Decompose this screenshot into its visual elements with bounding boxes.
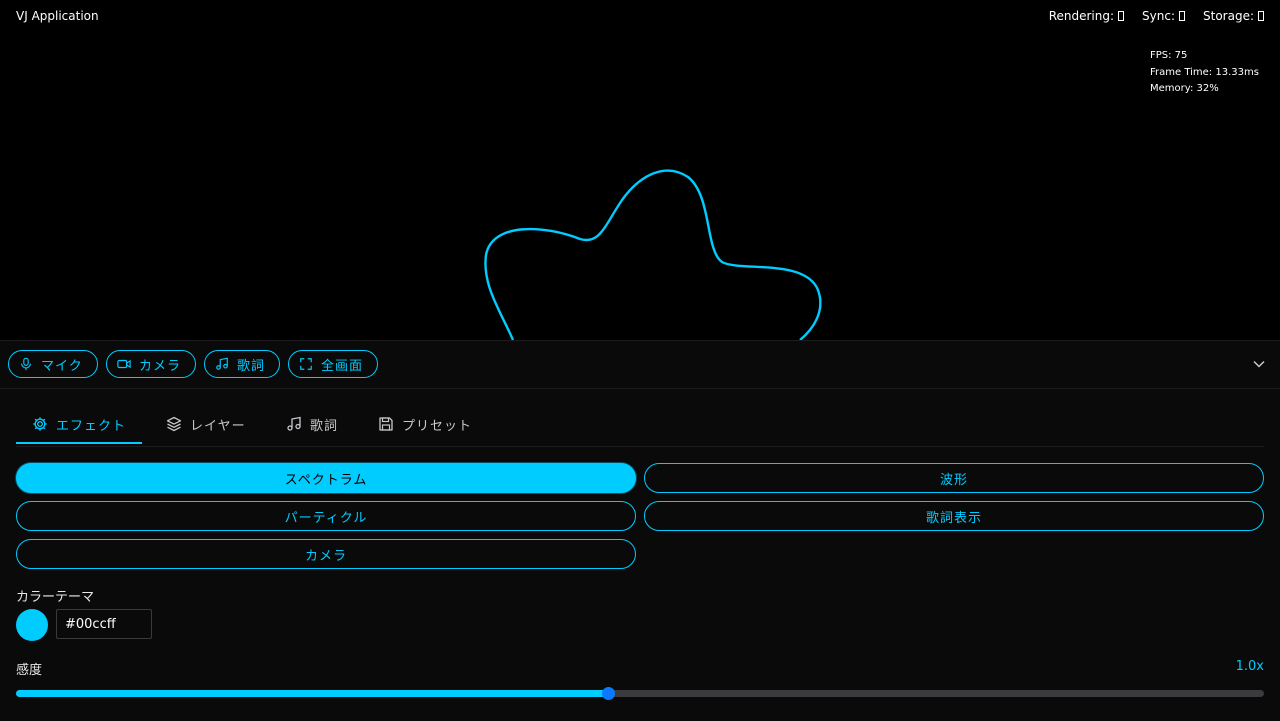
control-panel: マイク カメラ 歌詞 全画面 エフェクト レイヤー 歌詞 プリセット スペクトラ…	[0, 340, 1280, 721]
sensitivity-value: 1.0x	[1235, 659, 1264, 674]
fullscreen-icon	[300, 358, 312, 370]
gear-icon	[33, 417, 47, 431]
sensitivity-label: 感度	[16, 663, 43, 678]
tab-lyrics[interactable]: 歌詞	[286, 405, 338, 443]
spectrum-shape	[484, 169, 822, 340]
lyrics-toggle-button[interactable]: 歌詞	[204, 350, 280, 378]
lyrics-toggle-label: 歌詞	[237, 357, 266, 373]
color-theme-label: カラーテーマ	[16, 590, 95, 605]
music-note-icon	[287, 416, 301, 431]
effect-lyrics-display-button[interactable]: 歌詞表示	[644, 501, 1264, 531]
tab-layers[interactable]: レイヤー	[166, 405, 246, 443]
fullscreen-toggle-button[interactable]: 全画面	[288, 350, 378, 378]
video-camera-icon	[117, 359, 131, 369]
fullscreen-toggle-label: 全画面	[321, 357, 364, 373]
chevron-down-icon[interactable]	[1252, 357, 1266, 371]
effect-particles-button[interactable]: パーティクル	[16, 501, 636, 531]
color-hex-input[interactable]	[56, 609, 152, 639]
sensitivity-slider-thumb[interactable]	[601, 687, 615, 700]
camera-toggle-label: カメラ	[139, 357, 182, 373]
tab-lyrics-label: 歌詞	[310, 418, 339, 434]
effect-waveform-button[interactable]: 波形	[644, 463, 1264, 493]
mic-toggle-label: マイク	[41, 357, 83, 373]
visualizer-stage: VJ Application Rendering: Sync: Storage:…	[0, 0, 1280, 340]
sensitivity-slider[interactable]	[16, 687, 1264, 700]
tab-layers-label: レイヤー	[190, 418, 246, 434]
effect-camera-button[interactable]: カメラ	[16, 539, 636, 569]
microphone-icon	[21, 357, 31, 371]
sensitivity-slider-fill	[16, 690, 608, 697]
settings-tabs: エフェクト レイヤー 歌詞 プリセット	[16, 405, 1264, 447]
tab-presets[interactable]: プリセット	[378, 405, 472, 443]
spectrum-visualization	[484, 169, 822, 340]
music-note-icon	[216, 357, 228, 370]
layers-icon	[166, 416, 182, 432]
camera-toggle-button[interactable]: カメラ	[106, 350, 196, 378]
save-icon	[379, 417, 393, 431]
tab-effects-label: エフェクト	[56, 418, 127, 434]
quick-toggle-bar: マイク カメラ 歌詞 全画面	[0, 341, 1280, 389]
tab-presets-label: プリセット	[402, 418, 473, 434]
mic-toggle-button[interactable]: マイク	[8, 350, 98, 378]
tab-effects[interactable]: エフェクト	[16, 405, 142, 444]
color-swatch[interactable]	[16, 609, 48, 641]
effect-spectrum-button[interactable]: スペクトラム	[16, 463, 636, 493]
